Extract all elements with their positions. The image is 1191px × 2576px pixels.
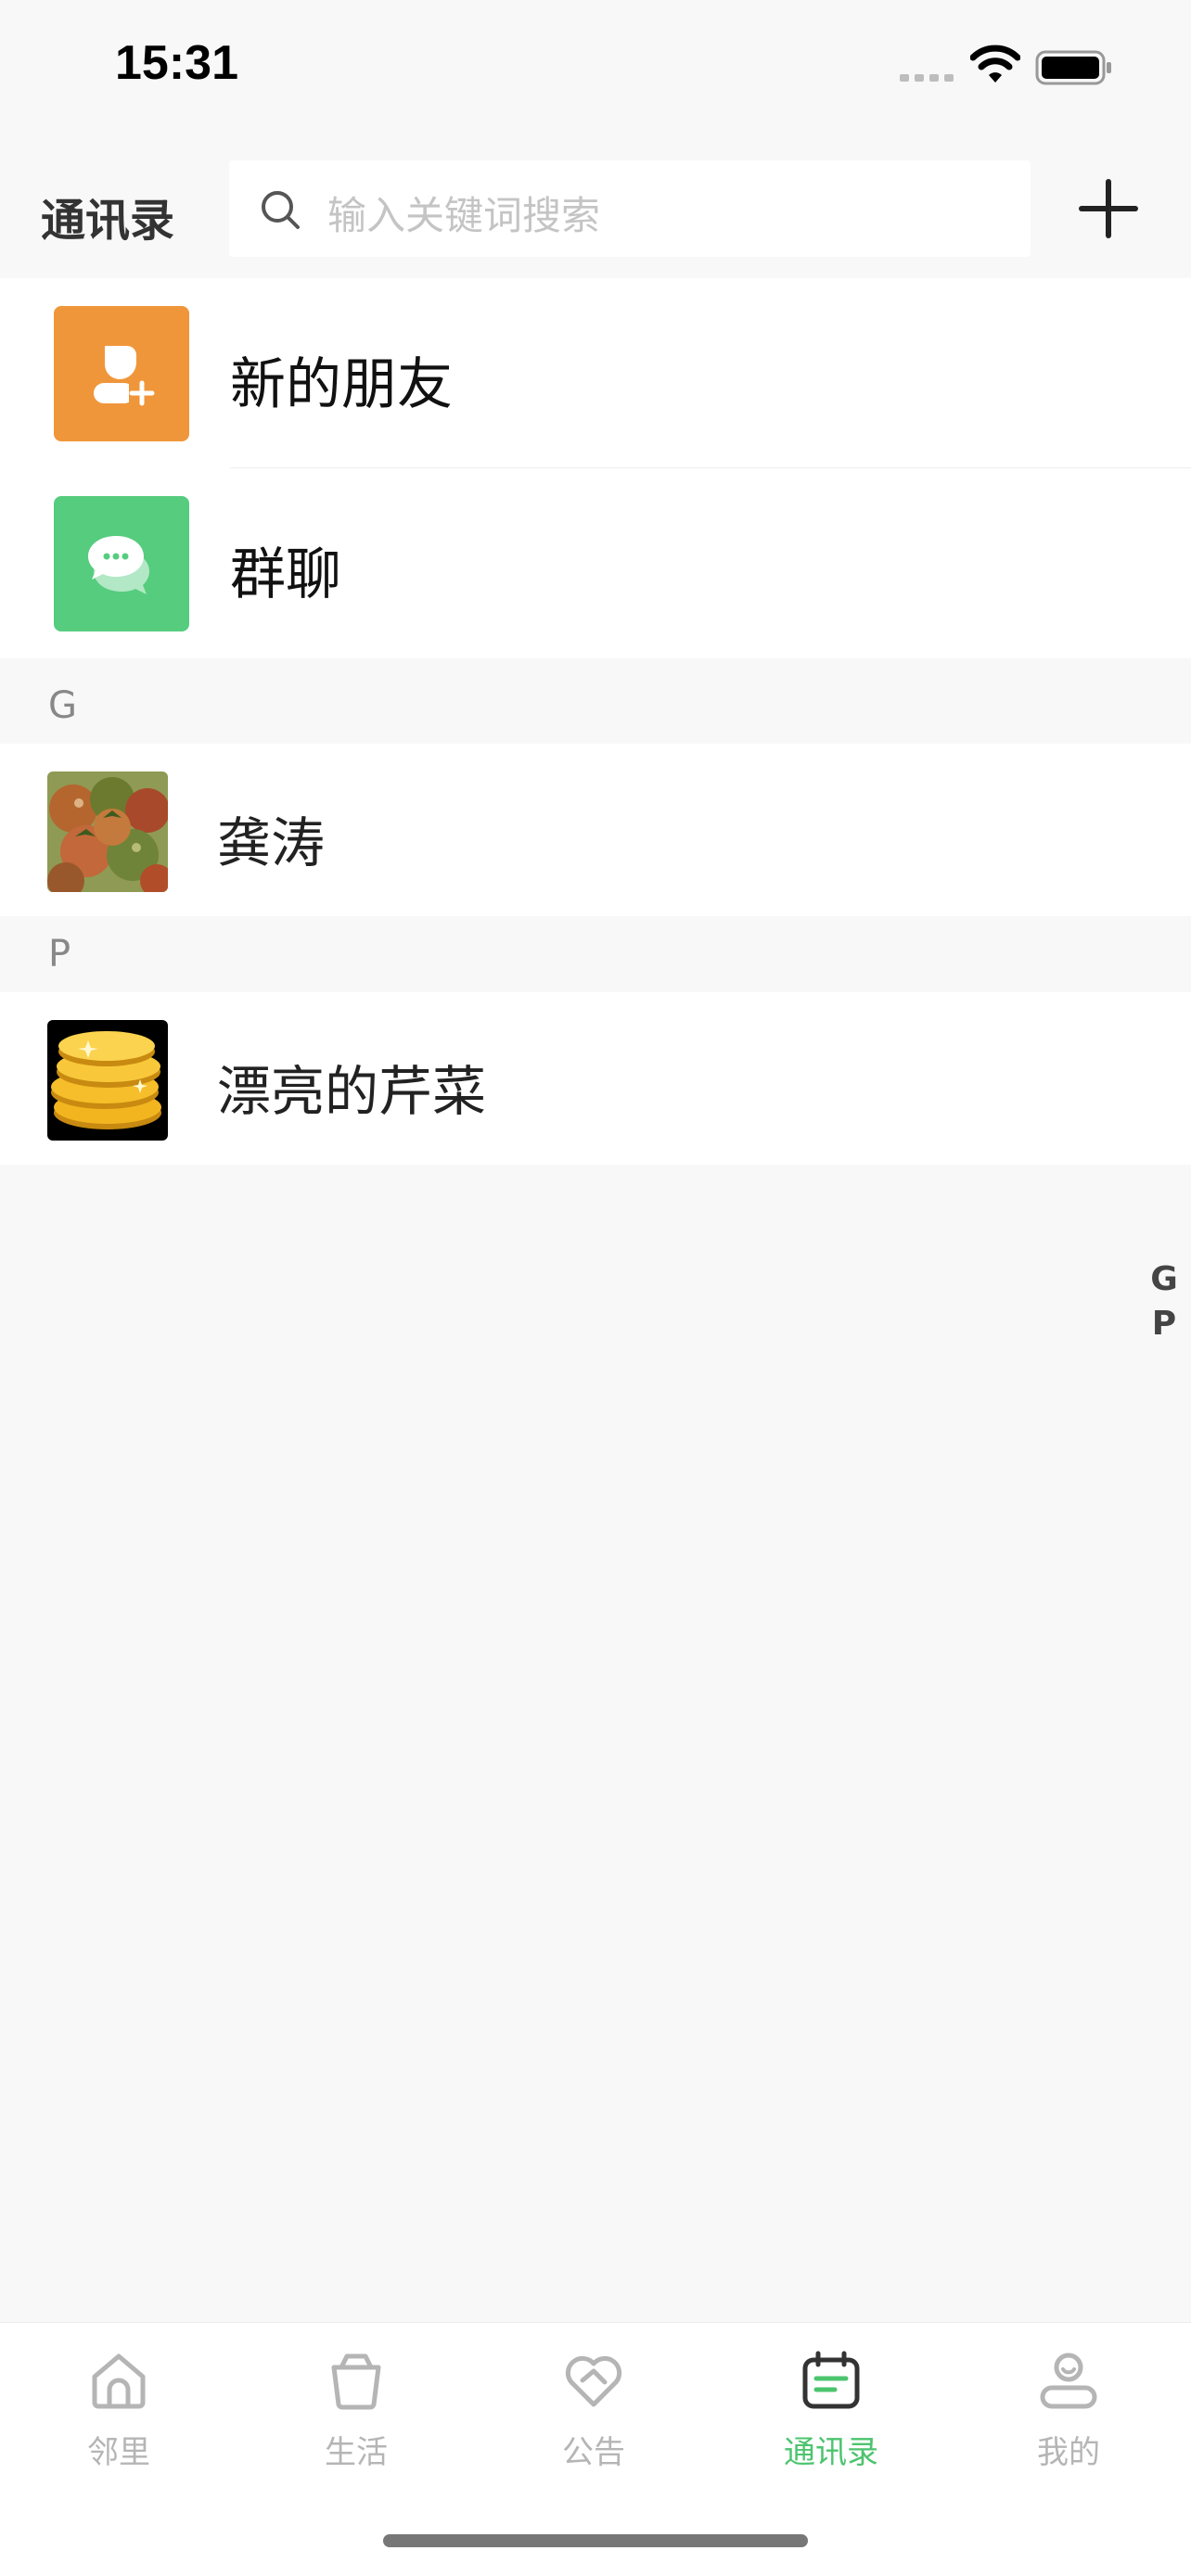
section-letter: P [48,933,71,976]
tab-me[interactable]: 我的 [950,2323,1187,2490]
cellular-signal-icon [900,74,954,82]
page-title: 通讯录 [41,195,175,247]
section-header-g: G [0,670,1191,744]
new-friends-label: 新的朋友 [230,352,453,417]
group-chat-entry[interactable]: 群聊 [0,468,1191,658]
group-chat-icon [54,496,189,631]
contact-avatar [47,1020,168,1141]
alphabet-index-bar[interactable]: G P [1150,1257,1178,1346]
tab-label: 我的 [1037,2434,1100,2471]
search-icon [262,191,300,229]
house-icon [92,2353,146,2409]
tab-announcements[interactable]: 公告 [475,2323,712,2490]
user-icon [1040,2353,1097,2409]
calendar-list-icon [802,2351,860,2409]
add-friend-icon [54,306,189,441]
home-indicator[interactable] [383,2534,808,2547]
tab-label: 邻里 [87,2434,150,2471]
search-input[interactable]: 输入关键词搜索 [229,160,1031,257]
plus-icon[interactable] [1076,176,1141,241]
entry-list: 新的朋友 群聊 [0,278,1191,658]
contact-name: 龚涛 [217,811,326,874]
new-friends-entry[interactable]: 新的朋友 [0,278,1191,468]
tab-neighborhood[interactable]: 邻里 [0,2323,237,2490]
group-chat-label: 群聊 [230,542,341,607]
shopping-bag-icon [331,2353,381,2410]
section-letter: G [48,684,77,727]
header: 通讯录 输入关键词搜索 [0,139,1191,278]
index-letter-g[interactable]: G [1150,1257,1178,1302]
status-time: 15:31 [115,36,238,90]
contact-row[interactable]: 漂亮的芹菜 [0,992,1191,1165]
section-header-p: P [0,918,1191,992]
index-letter-p[interactable]: P [1150,1302,1178,1346]
heart-handshake-icon [565,2355,622,2407]
tab-contacts[interactable]: 通讯录 [712,2323,950,2490]
status-bar: 15:31 [0,0,1191,139]
wifi-icon [970,45,1020,83]
tab-label: 通讯录 [784,2434,878,2471]
contact-name: 漂亮的芹菜 [217,1060,487,1123]
tab-label: 公告 [562,2434,625,2471]
tab-life[interactable]: 生活 [237,2323,475,2490]
search-placeholder: 输入关键词搜索 [327,193,601,238]
contact-avatar [47,772,168,892]
contact-row[interactable]: 龚涛 [0,744,1191,916]
battery-icon [1035,50,1111,85]
tab-label: 生活 [325,2434,388,2471]
